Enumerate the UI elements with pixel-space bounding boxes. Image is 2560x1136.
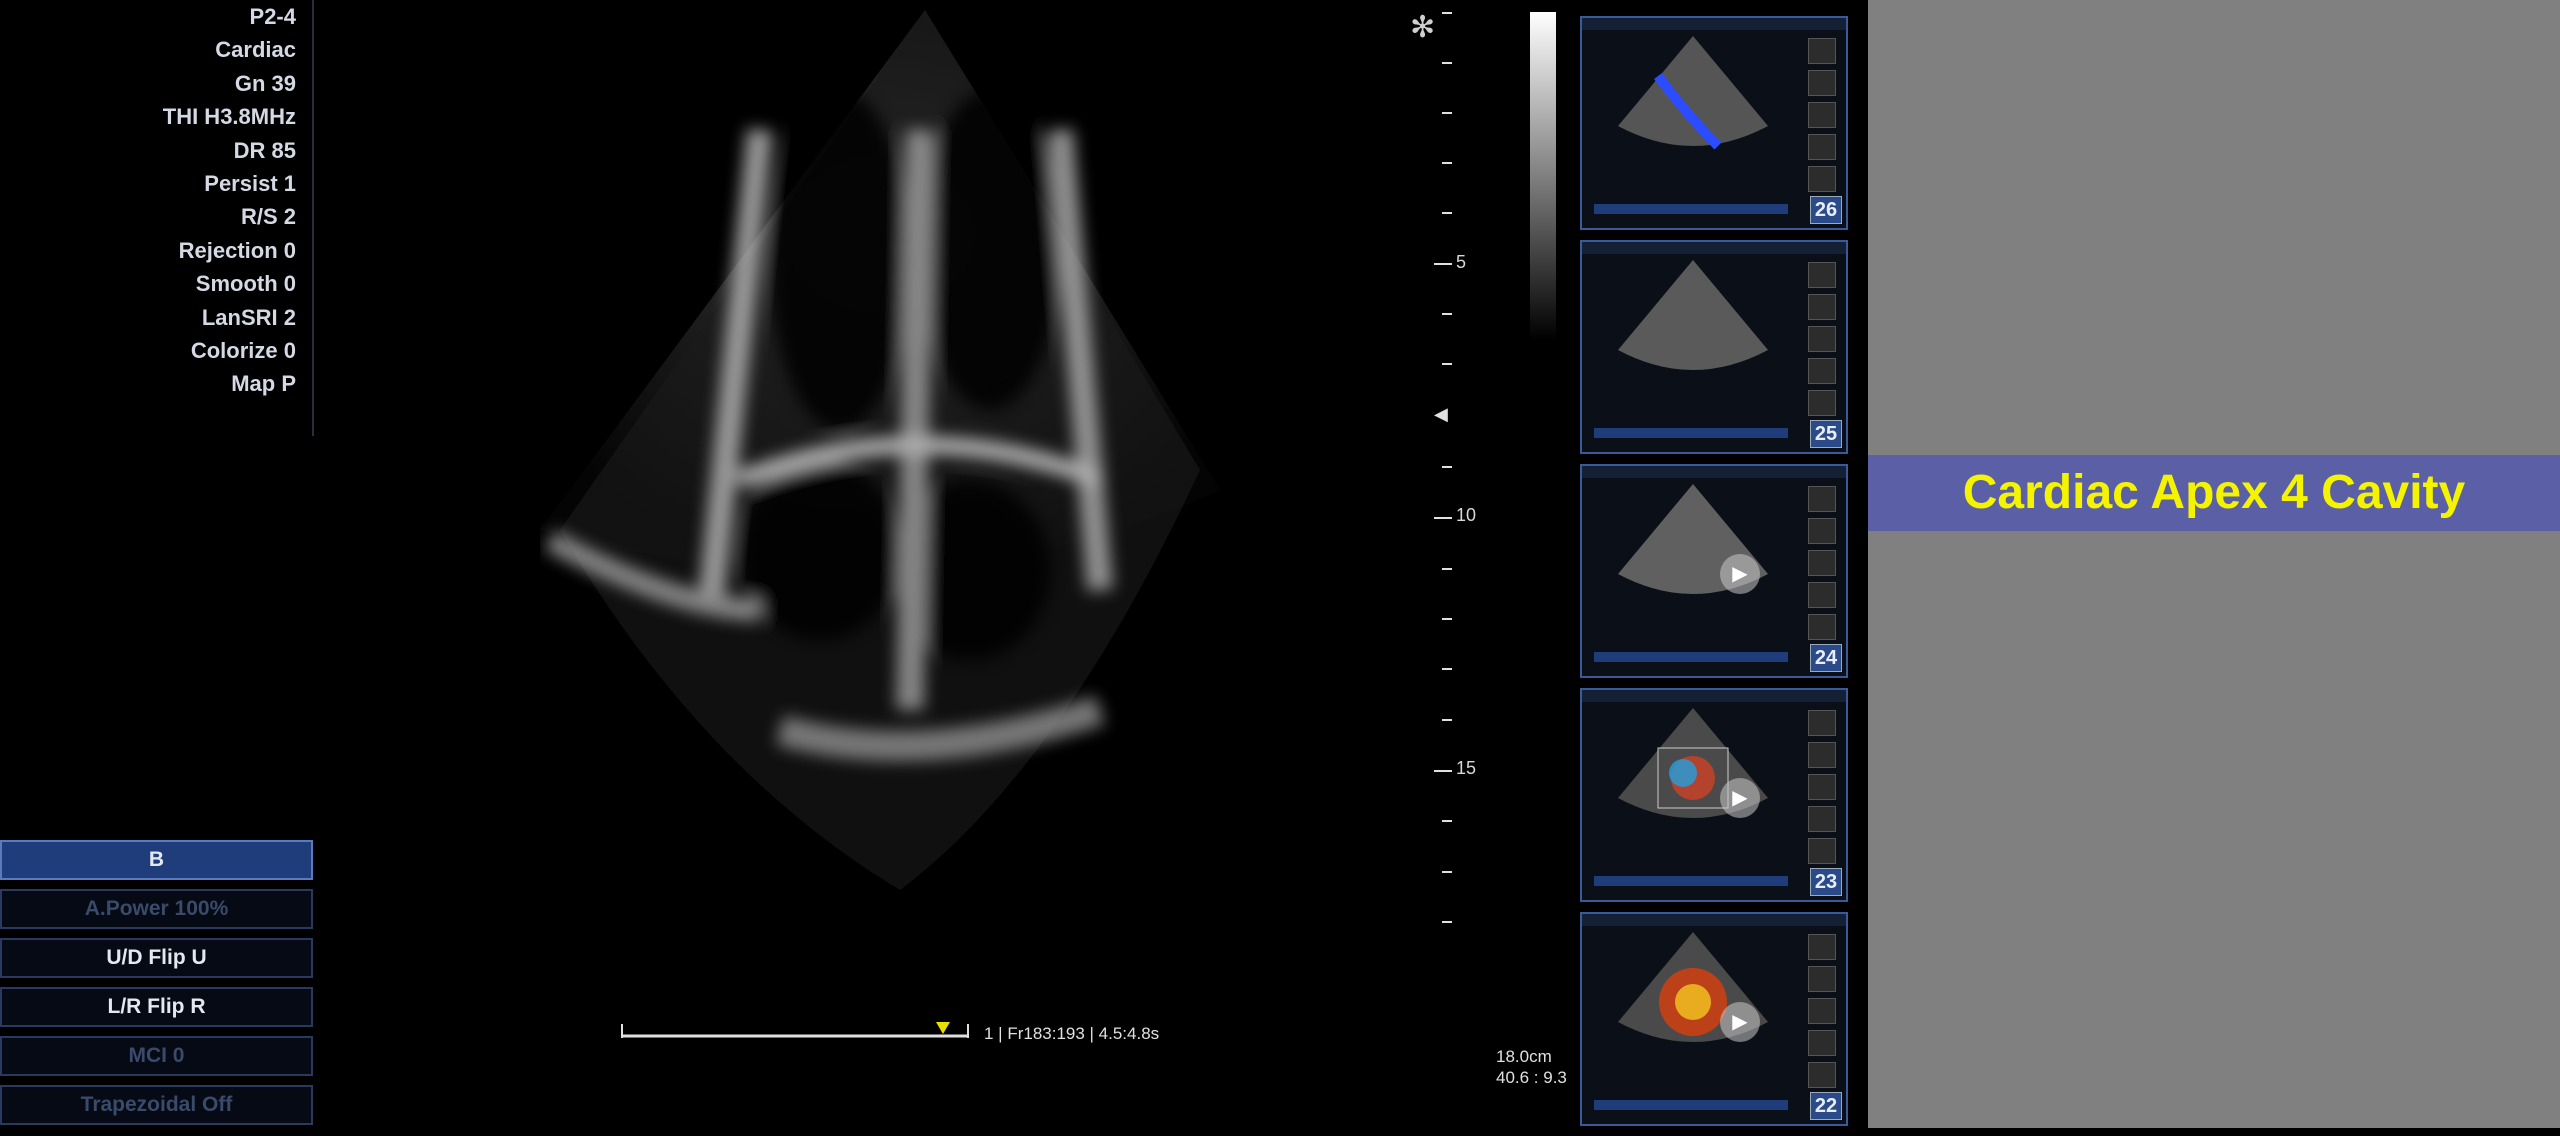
depth-label-10: 10 <box>1456 505 1477 525</box>
heart-chamber <box>740 460 900 640</box>
thumbnail-22[interactable]: ▶ 22 <box>1580 912 1848 1126</box>
ratio-value: 40.6 : 9.3 <box>1496 1068 1567 1087</box>
param-colorize: Colorize 0 <box>190 337 296 363</box>
param-persist: Persist 1 <box>204 170 296 196</box>
param-rs: R/S 2 <box>240 204 296 230</box>
param-probe: P2-4 <box>249 4 296 29</box>
mci-button[interactable]: MCI 0 <box>0 1036 313 1076</box>
play-icon[interactable]: ▶ <box>1720 1002 1760 1042</box>
septum <box>896 129 934 711</box>
thumbnail-23[interactable]: ▶ 23 <box>1580 688 1848 902</box>
depth-label-15: 15 <box>1456 758 1477 778</box>
depth-scale: 5 ◀ 10 15 <box>1430 0 1490 940</box>
thumbnail-number: 26 <box>1810 196 1842 224</box>
play-icon[interactable]: ▶ <box>1720 554 1760 594</box>
cine-timeline[interactable] <box>620 1018 970 1040</box>
acoustic-power-button[interactable]: A.Power 100% <box>0 889 313 929</box>
lr-flip-button[interactable]: L/R Flip R <box>0 987 313 1027</box>
heart-chamber <box>920 90 1060 410</box>
playhead-icon <box>936 1022 950 1034</box>
control-buttons: B A.Power 100% U/D Flip U L/R Flip R MCI… <box>0 840 313 1134</box>
b-mode-button[interactable]: B <box>0 840 313 880</box>
param-gain: Gn 39 <box>234 70 296 96</box>
param-rejection: Rejection 0 <box>178 237 296 263</box>
thumbnail-25[interactable]: 25 <box>1580 240 1848 454</box>
parameters-panel: P2-4 Cardiac Gn 39 THI H3.8MHz DR 85 Per… <box>0 0 314 436</box>
thumbnail-number: 22 <box>1810 1092 1842 1120</box>
param-thi: THI H3.8MHz <box>162 104 296 130</box>
thumbnail-number: 23 <box>1810 868 1842 896</box>
view-title-banner: Cardiac Apex 4 Cavity <box>1868 455 2560 531</box>
thumbnail-strip: 26 25 ▶ 24 ▶ 23 ▶ 22 <box>1580 16 1852 1136</box>
param-dynamic-range: DR 85 <box>233 137 296 163</box>
param-preset: Cardiac <box>215 37 296 63</box>
param-smooth: Smooth 0 <box>195 271 296 297</box>
trapezoidal-button[interactable]: Trapezoidal Off <box>0 1085 313 1125</box>
param-map: Map P <box>231 371 296 397</box>
play-icon[interactable]: ▶ <box>1720 778 1760 818</box>
thumbnail-number: 25 <box>1810 420 1842 448</box>
side-background <box>1868 0 2560 1128</box>
thumbnail-24[interactable]: ▶ 24 <box>1580 464 1848 678</box>
param-lansri: LanSRI 2 <box>201 304 296 330</box>
depth-readout: 18.0cm 40.6 : 9.3 <box>1496 1046 1567 1088</box>
focus-marker-icon[interactable]: ◀ <box>1434 404 1448 425</box>
depth-label-5: 5 <box>1456 252 1467 272</box>
ud-flip-button[interactable]: U/D Flip U <box>0 938 313 978</box>
heart-chamber <box>770 90 910 430</box>
thumbnail-number: 24 <box>1810 644 1842 672</box>
depth-value: 18.0cm <box>1496 1047 1552 1066</box>
greyscale-map-bar <box>1530 12 1556 340</box>
thumbnail-26[interactable]: 26 <box>1580 16 1848 230</box>
ultrasound-image <box>540 10 1220 890</box>
frame-info: 1 | Fr183:193 | 4.5:4.8s <box>984 1024 1160 1043</box>
